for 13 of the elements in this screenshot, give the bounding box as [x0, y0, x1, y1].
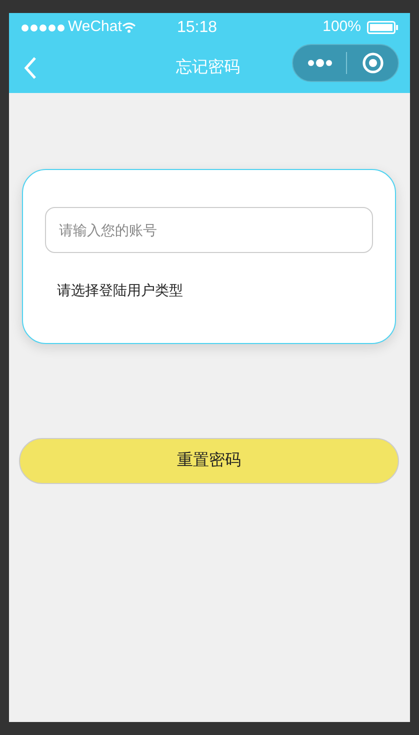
more-icon — [306, 59, 332, 67]
wifi-icon — [122, 22, 136, 33]
battery-percent: 100% — [322, 17, 361, 38]
status-time: 15:18 — [177, 18, 218, 38]
account-input[interactable]: 请输入您的账号 — [45, 207, 373, 253]
reset-password-button[interactable]: 重置密码 — [19, 438, 399, 484]
user-type-prompt[interactable]: 请选择登陆用户类型 — [57, 280, 183, 301]
close-icon — [362, 52, 384, 74]
signal-icon — [21, 24, 67, 32]
battery-icon — [367, 21, 398, 34]
back-icon — [23, 56, 37, 80]
page-title: 忘记密码 — [176, 57, 240, 78]
carrier-name: WeChat — [68, 17, 122, 38]
